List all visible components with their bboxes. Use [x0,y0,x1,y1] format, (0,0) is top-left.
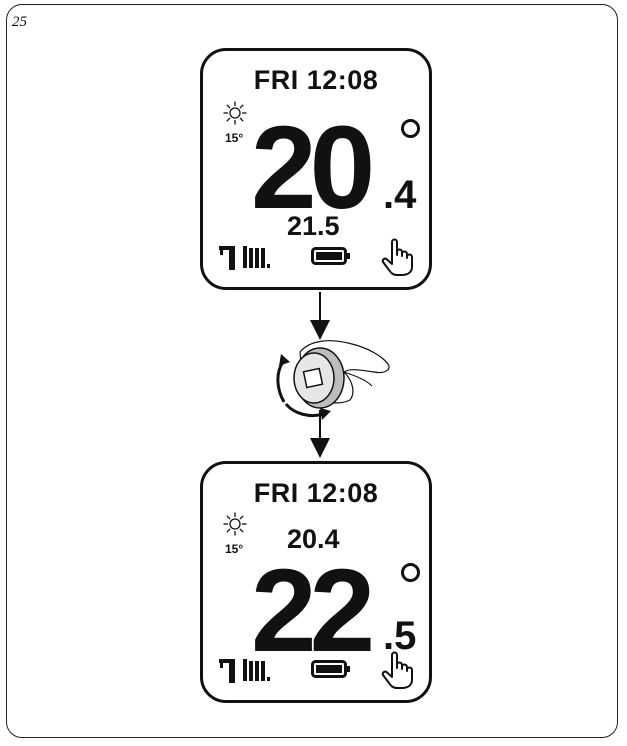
knob-hand-illustration [293,340,390,409]
flow-diagram [276,292,390,458]
